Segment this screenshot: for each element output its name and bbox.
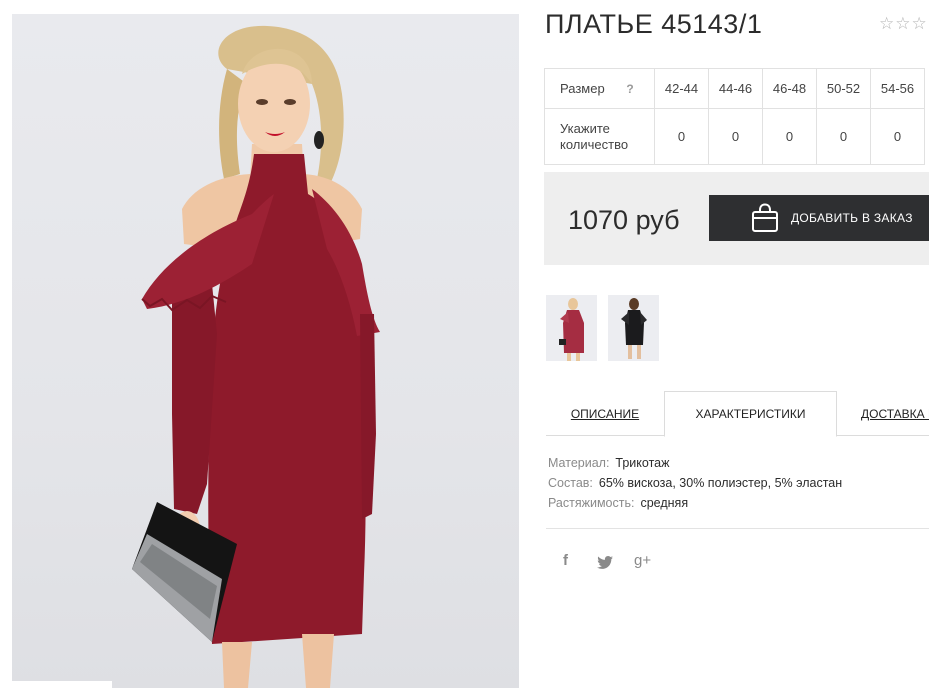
size-44-46: 44-46 (708, 68, 763, 109)
thumbnail-black-dress[interactable] (608, 295, 659, 361)
size-label: Размер (560, 80, 605, 96)
product-tabs: ОПИСАНИЕ ХАРАКТЕРИСТИКИ ДОСТАВКА И (546, 391, 929, 437)
spec-material: Материал: Трикотаж (548, 453, 842, 473)
main-product-photo (12, 14, 519, 688)
quantity-input-54-56[interactable]: 0 (870, 108, 925, 165)
spec-composition: Состав: 65% вискоза, 30% полиэстер, 5% эл… (548, 473, 842, 493)
photo-corner-overlay (12, 681, 112, 688)
size-46-48: 46-48 (762, 68, 817, 109)
black-dress-thumbnail-image (621, 298, 647, 359)
size-42-44: 42-44 (654, 68, 709, 109)
product-price: 1070 руб (568, 205, 680, 235)
shopping-bag-icon (752, 203, 778, 232)
spec-key: Растяжимость: (548, 496, 635, 510)
facebook-icon[interactable]: f (563, 552, 568, 569)
characteristics-list: Материал: Трикотаж Состав: 65% вискоза, 30… (548, 453, 842, 513)
quantity-label: Укажите количество (544, 108, 655, 165)
add-to-order-label: ДОБАВИТЬ В ЗАКАЗ (791, 211, 913, 225)
add-to-order-button[interactable]: ДОБАВИТЬ В ЗАКАЗ (709, 195, 929, 241)
tab-characteristics-label: ХАРАКТЕРИСТИКИ (695, 407, 806, 421)
size-54-56: 54-56 (870, 68, 925, 109)
red-dress-thumbnail-image (559, 298, 584, 361)
tab-characteristics[interactable]: ХАРАКТЕРИСТИКИ (664, 391, 837, 437)
spec-stretch: Растяжимость: средняя (548, 493, 842, 513)
google-plus-icon[interactable]: g+ (634, 552, 651, 569)
model-illustration (132, 25, 380, 688)
product-title: ПЛАТЬЕ 45143/1 (545, 9, 763, 39)
size-label-cell: Размер ? (544, 68, 655, 109)
tab-description-label: ОПИСАНИЕ (570, 406, 640, 421)
spec-value: средняя (640, 496, 689, 510)
quantity-input-46-48[interactable]: 0 (762, 108, 817, 165)
tab-description[interactable]: ОПИСАНИЕ (546, 391, 664, 436)
spec-value: Трикотаж (615, 456, 670, 470)
tab-delivery[interactable]: ДОСТАВКА И (861, 391, 929, 436)
section-divider (546, 528, 929, 529)
tab-delivery-label: ДОСТАВКА И (861, 406, 929, 421)
quantity-input-42-44[interactable]: 0 (654, 108, 709, 165)
quantity-row: Укажите количество 0 0 0 0 0 (544, 108, 925, 165)
spec-key: Материал: (548, 456, 610, 470)
twitter-icon[interactable] (597, 556, 613, 569)
size-50-52: 50-52 (816, 68, 871, 109)
price-box: 1070 руб ДОБАВИТЬ В ЗАКАЗ (544, 172, 929, 265)
spec-value: 65% вискоза, 30% полиэстер, 5% эластан (598, 476, 843, 490)
quantity-input-44-46[interactable]: 0 (708, 108, 763, 165)
rating-stars[interactable]: ☆☆☆ (879, 14, 928, 34)
size-row: Размер ? 42-44 44-46 46-48 50-52 54-56 (544, 68, 925, 109)
quantity-input-50-52[interactable]: 0 (816, 108, 871, 165)
help-icon[interactable]: ? (626, 82, 633, 96)
size-quantity-table: Размер ? 42-44 44-46 46-48 50-52 54-56 У… (544, 68, 925, 165)
thumbnail-red-dress[interactable] (546, 295, 597, 361)
spec-key: Состав: (548, 476, 593, 490)
